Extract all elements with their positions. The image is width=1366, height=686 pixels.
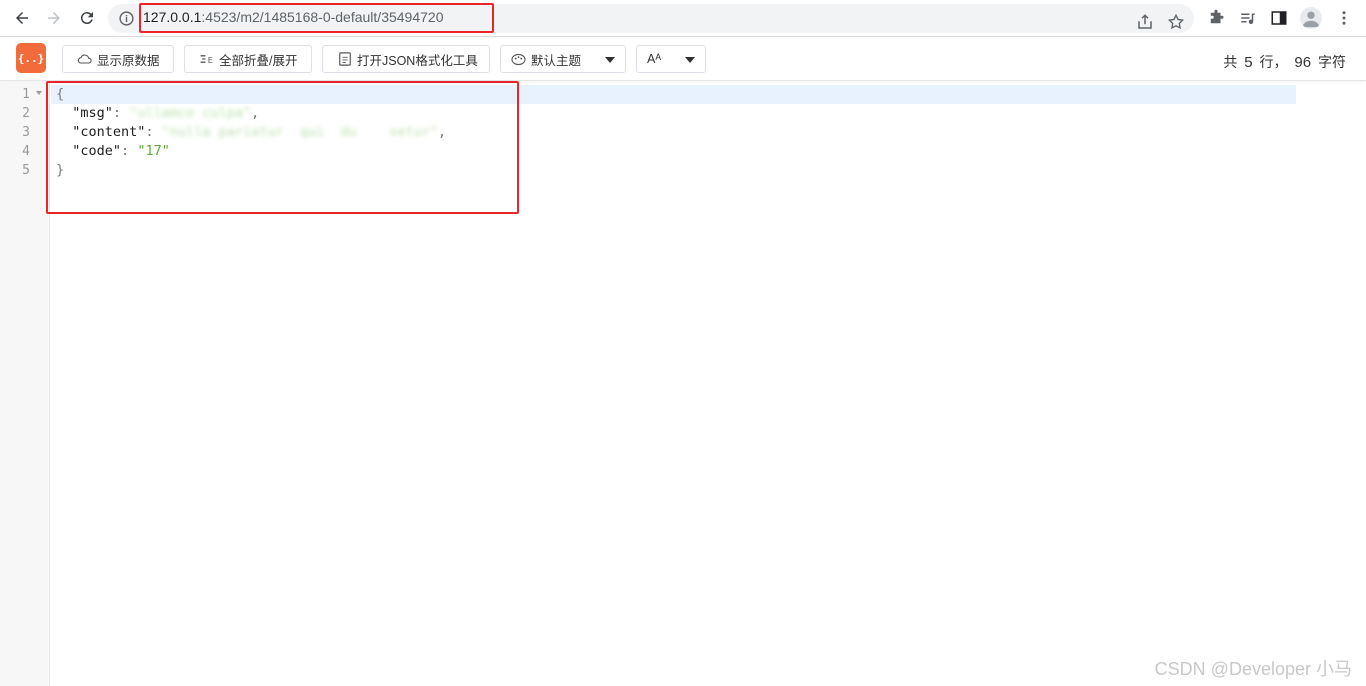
- extensions-button[interactable]: [1206, 8, 1226, 28]
- font-size-label: Aᴬ: [647, 52, 662, 66]
- theme-select[interactable]: 默认主题: [500, 45, 626, 73]
- open-formatter-button[interactable]: 打开JSON格式化工具: [322, 45, 490, 73]
- document-stats: 共 5 行， 96 字符: [1223, 52, 1346, 72]
- fold-all-button[interactable]: E 全部折叠/展开: [184, 45, 312, 73]
- fold-icon: E: [199, 52, 215, 66]
- line-number: 4: [22, 144, 30, 159]
- back-button[interactable]: [10, 6, 34, 30]
- chevron-down-icon: [605, 57, 615, 63]
- font-size-select[interactable]: Aᴬ: [636, 45, 706, 73]
- stats-lines-label: 行，: [1259, 54, 1288, 70]
- browser-toolbar: 127.0.0.1:4523/m2/1485168-0-default/3549…: [0, 0, 1366, 37]
- star-icon[interactable]: [1167, 13, 1185, 31]
- line-number: 5: [22, 163, 30, 178]
- profile-avatar[interactable]: [1300, 7, 1322, 29]
- line-count: 5: [1244, 54, 1253, 71]
- playlist-icon: [1241, 13, 1255, 25]
- share-icon[interactable]: [1136, 13, 1154, 31]
- line-number: 2: [22, 106, 30, 121]
- forward-button[interactable]: [42, 6, 66, 30]
- user-icon: [1302, 11, 1320, 28]
- menu-button[interactable]: [1334, 8, 1354, 28]
- url-highlight-box: [139, 3, 494, 33]
- json-viewer-toolbar: {..} 显示原数据 E 全部折叠/展开 打开JSON格式化工具 默认主题 Aᴬ…: [0, 37, 1366, 81]
- media-button[interactable]: [1238, 8, 1258, 28]
- json-highlight-box: [46, 81, 519, 214]
- theme-label: 默认主题: [531, 53, 582, 68]
- info-icon[interactable]: [118, 10, 135, 27]
- stats-chars-label: 字符: [1318, 54, 1346, 70]
- json-file-icon: [337, 52, 353, 66]
- arrow-left-icon: [16, 12, 28, 24]
- reload-icon: [80, 12, 93, 25]
- open-formatter-label: 打开JSON格式化工具: [357, 53, 478, 68]
- side-panel-icon: [1271, 11, 1287, 25]
- palette-icon: [511, 53, 527, 66]
- chevron-down-icon: [685, 57, 695, 63]
- puzzle-icon: [1210, 9, 1224, 24]
- show-raw-label: 显示原数据: [97, 53, 160, 68]
- char-count: 96: [1294, 54, 1312, 71]
- line-number: 3: [22, 125, 30, 140]
- side-panel-button[interactable]: [1269, 8, 1289, 28]
- watermark: CSDN @Developer 小马: [1154, 659, 1352, 679]
- line-number-gutter: 1 2 3 4 5: [0, 82, 50, 686]
- arrow-right-icon: [48, 12, 60, 24]
- fold-toggle-icon[interactable]: [36, 91, 42, 95]
- app-logo: {..}: [16, 43, 46, 73]
- stats-prefix: 共: [1223, 54, 1238, 70]
- reload-button[interactable]: [75, 6, 99, 30]
- fold-all-label: 全部折叠/展开: [219, 53, 298, 68]
- svg-text:E: E: [208, 56, 213, 65]
- line-number: 1: [22, 87, 30, 102]
- show-raw-button[interactable]: 显示原数据: [62, 45, 174, 73]
- cloud-icon: [77, 52, 93, 66]
- kebab-menu-icon: [1342, 11, 1346, 25]
